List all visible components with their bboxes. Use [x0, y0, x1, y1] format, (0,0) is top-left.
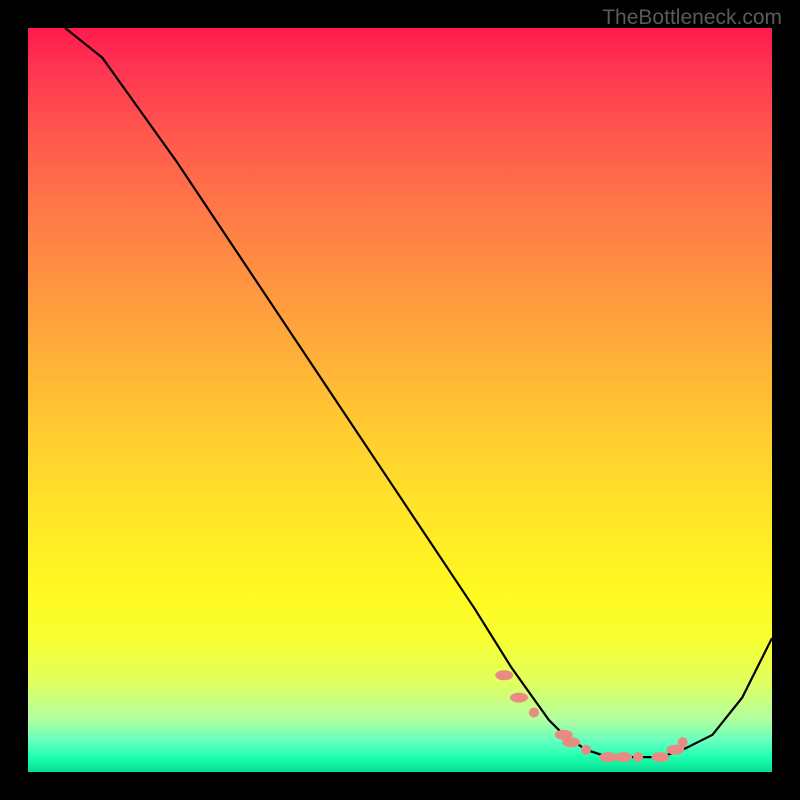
curve-marker: [633, 752, 643, 762]
curve-marker: [678, 737, 688, 747]
curve-marker: [651, 752, 669, 762]
curve-marker: [495, 670, 513, 680]
curve-marker: [581, 745, 591, 755]
plot-gradient-background: [28, 28, 772, 772]
bottleneck-curve: [65, 28, 772, 757]
curve-marker: [562, 737, 580, 747]
curve-marker: [510, 693, 528, 703]
curve-marker: [614, 752, 632, 762]
watermark-text: TheBottleneck.com: [602, 6, 782, 30]
chart-svg: [28, 28, 772, 772]
curve-marker: [529, 708, 539, 718]
